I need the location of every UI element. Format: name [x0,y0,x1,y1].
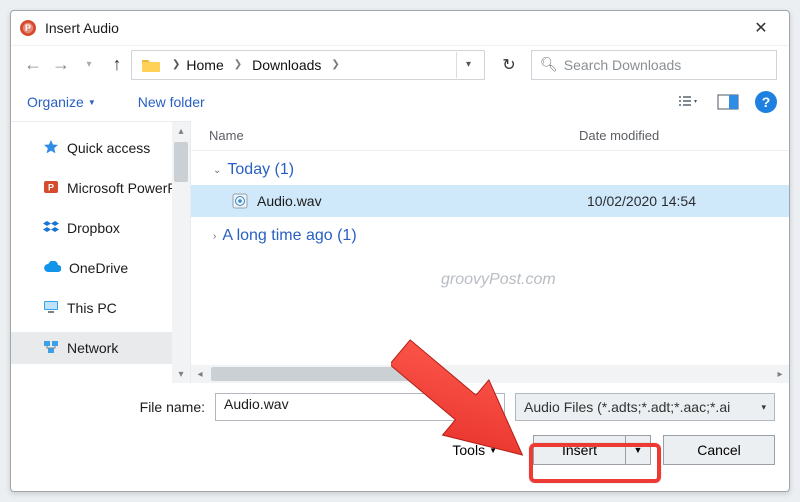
arrow-right-icon: → [52,54,70,75]
search-icon: 🔍︎ [540,56,558,73]
chevron-right-icon: ❯ [172,59,180,70]
folder-icon [140,55,162,75]
navigation-bar: ← → ▾ ↑ ❯ Home ❯ Downloads ❯ ▾ ↻ 🔍︎ Sear… [11,45,789,83]
group-label: A long time ago (1) [222,227,356,245]
window-title: Insert Audio [45,20,119,36]
sidebar-item-onedrive[interactable]: OneDrive [19,252,190,284]
onedrive-icon [43,260,61,276]
column-name[interactable]: Name [209,128,579,143]
file-date: 10/02/2020 14:54 [587,193,696,209]
crumb-home[interactable]: Home [186,57,223,73]
breadcrumb: Home ❯ Downloads ❯ [186,57,345,73]
group-today[interactable]: ⌄ Today (1) [191,151,789,185]
sidebar-item-dropbox[interactable]: Dropbox [19,212,190,244]
chevron-left-icon: ◂ [191,369,209,380]
recent-locations-button[interactable]: ▾ [75,51,103,79]
chevron-up-icon: ▴ [178,122,183,140]
help-icon: ? [762,94,771,110]
group-label: Today (1) [227,161,294,179]
highlight-box [529,443,661,483]
chevron-right-icon: ▸ [771,369,789,380]
filename-input[interactable]: Audio.wav [215,393,505,421]
filter-label: Audio Files (*.adts;*.adt;*.aac;*.ai [524,399,730,415]
svg-text:P: P [48,182,54,192]
column-date-modified[interactable]: Date modified [579,128,659,143]
organize-button[interactable]: Organize ▼ [23,90,100,114]
titlebar: P Insert Audio ✕ [11,11,789,45]
sidebar-item-quick-access[interactable]: Quick access [19,132,190,164]
column-headers[interactable]: Name Date modified [191,121,789,151]
list-view-icon [677,94,699,110]
sidebar: Quick access P Microsoft PowerPo Dropbox… [11,121,191,383]
audio-file-icon [231,192,249,210]
sidebar-item-label: Quick access [67,140,150,156]
chevron-right-icon: › [213,231,216,242]
chevron-down-icon: ▼ [489,446,497,455]
dropbox-icon [43,219,59,238]
sidebar-item-label: OneDrive [69,260,128,276]
filename-label: File name: [109,399,205,415]
back-button[interactable]: ← [19,51,47,79]
filetype-filter[interactable]: Audio Files (*.adts;*.adt;*.aac;*.ai ▾ [515,393,775,421]
tools-label: Tools [452,442,485,458]
filename-value: Audio.wav [224,396,289,412]
view-options-button[interactable] [675,90,701,114]
newfolder-label: New folder [138,94,205,110]
scrollbar-thumb[interactable] [174,142,188,182]
cancel-label: Cancel [697,442,741,458]
group-long-time-ago[interactable]: › A long time ago (1) [191,217,789,251]
arrow-left-icon: ← [24,54,42,75]
sidebar-item-label: Microsoft PowerPo [67,180,184,196]
chevron-down-icon: ▼ [88,98,96,107]
powerpoint-icon: P [43,179,59,198]
close-button[interactable]: ✕ [741,14,781,42]
new-folder-button[interactable]: New folder [134,90,209,114]
close-icon: ✕ [754,18,767,38]
chevron-right-icon: ❯ [228,59,248,70]
insert-audio-dialog: P Insert Audio ✕ ← → ▾ ↑ ❯ Home ❯ Downlo… [10,10,790,492]
watermark: groovyPost.com [441,271,556,289]
network-icon [43,340,59,357]
organize-label: Organize [27,94,84,110]
search-placeholder: Search Downloads [564,57,682,73]
file-list: Name Date modified ⌄ Today (1) Audio.wav… [191,121,789,383]
refresh-button[interactable]: ↻ [495,51,523,79]
chevron-down-icon: ⌄ [213,165,221,176]
powerpoint-icon: P [19,19,37,37]
chevron-right-icon: ❯ [325,59,345,70]
chevron-down-icon: ▾ [178,365,183,383]
address-dropdown-button[interactable]: ▾ [456,52,480,78]
search-input[interactable]: 🔍︎ Search Downloads [531,50,777,80]
forward-button[interactable]: → [47,51,75,79]
sidebar-item-label: Dropbox [67,220,120,236]
star-icon [43,139,59,158]
sidebar-item-powerpoint[interactable]: P Microsoft PowerPo [19,172,190,204]
chevron-down-icon: ▾ [761,402,766,413]
monitor-icon [43,300,59,317]
sidebar-item-label: Network [67,340,118,356]
sidebar-item-this-pc[interactable]: This PC [19,292,190,324]
preview-pane-button[interactable] [715,90,741,114]
footer: File name: Audio.wav Audio Files (*.adts… [11,383,789,465]
up-button[interactable]: ↑ [103,51,131,79]
svg-text:P: P [25,23,31,33]
scrollbar-thumb[interactable] [211,367,411,381]
help-button[interactable]: ? [755,91,777,113]
preview-pane-icon [717,94,739,110]
refresh-icon: ↻ [502,55,515,75]
sidebar-item-label: This PC [67,300,117,316]
file-name: Audio.wav [257,193,587,209]
tools-button[interactable]: Tools ▼ [452,442,497,458]
toolbar: Organize ▼ New folder ? [11,83,789,121]
file-row-audio[interactable]: Audio.wav 10/02/2020 14:54 [191,185,789,217]
sidebar-scrollbar[interactable]: ▴ ▾ [172,122,190,383]
sidebar-item-network[interactable]: Network [11,332,190,364]
crumb-downloads[interactable]: Downloads [252,57,321,73]
cancel-button[interactable]: Cancel [663,435,775,465]
arrow-up-icon: ↑ [113,54,122,75]
file-list-horizontal-scrollbar[interactable]: ◂ ▸ [191,365,789,383]
address-bar[interactable]: ❯ Home ❯ Downloads ❯ ▾ [131,50,485,80]
chevron-down-icon: ▾ [466,59,471,70]
